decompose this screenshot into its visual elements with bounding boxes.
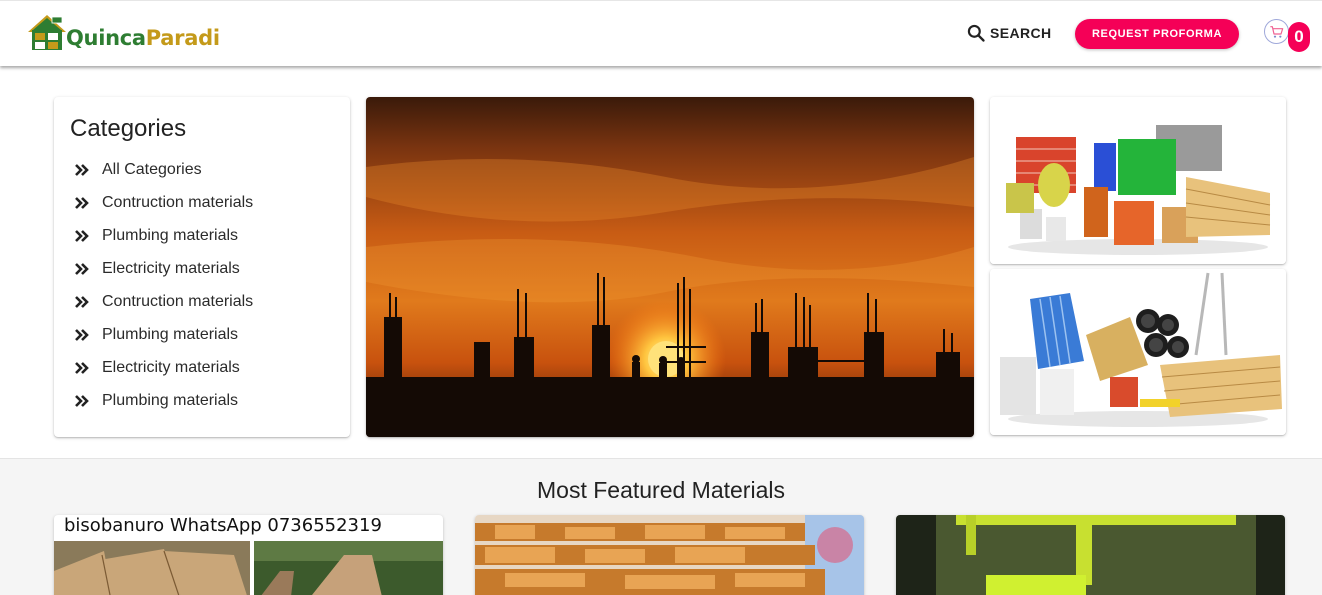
cart-icon bbox=[1269, 25, 1283, 38]
product-card[interactable] bbox=[896, 515, 1285, 595]
featured-title: Most Featured Materials bbox=[537, 477, 785, 503]
category-label: All Categories bbox=[102, 160, 202, 178]
construction-sunset-illustration bbox=[366, 97, 974, 437]
double-chevron-right-icon bbox=[75, 196, 89, 209]
green-sheet-photo bbox=[896, 515, 1285, 595]
search-button[interactable]: SEARCH bbox=[966, 21, 1052, 45]
logo-text-part2: Paradi bbox=[145, 26, 220, 50]
double-chevron-right-icon bbox=[75, 361, 89, 374]
building-materials-image-2[interactable] bbox=[990, 269, 1286, 435]
double-chevron-right-icon bbox=[75, 394, 89, 407]
timber-stack-photo bbox=[475, 515, 864, 595]
category-item[interactable]: All Categories bbox=[74, 153, 253, 186]
product-card[interactable]: bisobanuro WhatsApp 0736552319 bbox=[54, 515, 443, 595]
double-chevron-right-icon bbox=[75, 295, 89, 308]
product-card[interactable] bbox=[475, 515, 864, 595]
categories-list: All Categories Contruction materials Plu… bbox=[74, 153, 253, 417]
category-label: Plumbing materials bbox=[102, 391, 239, 409]
category-label: Contruction materials bbox=[102, 292, 254, 310]
category-label: Electricity materials bbox=[102, 358, 240, 376]
category-label: Electricity materials bbox=[102, 259, 240, 277]
categories-title: Categories bbox=[70, 115, 187, 142]
double-chevron-right-icon bbox=[75, 262, 89, 275]
cart-icon-circle bbox=[1264, 19, 1289, 44]
double-chevron-right-icon bbox=[75, 229, 89, 242]
category-item[interactable]: Plumbing materials bbox=[74, 219, 253, 252]
category-label: Contruction materials bbox=[102, 193, 254, 211]
category-item[interactable]: Contruction materials bbox=[74, 186, 253, 219]
featured-section: Most Featured Materials bisobanuro Whats… bbox=[0, 458, 1322, 595]
logo-house-icon bbox=[28, 15, 66, 50]
logo[interactable]: QuincaParadi bbox=[26, 12, 220, 52]
building-materials-image-1[interactable] bbox=[990, 97, 1286, 264]
category-label: Plumbing materials bbox=[102, 325, 239, 343]
search-icon bbox=[967, 24, 985, 42]
category-item[interactable]: Electricity materials bbox=[74, 351, 253, 384]
building-materials-illustration bbox=[990, 269, 1286, 435]
double-chevron-right-icon bbox=[75, 163, 89, 176]
category-item[interactable]: Electricity materials bbox=[74, 252, 253, 285]
category-item[interactable]: Plumbing materials bbox=[74, 318, 253, 351]
cart-button[interactable]: 0 bbox=[1264, 19, 1310, 53]
hero-banner-image[interactable] bbox=[366, 97, 974, 437]
category-item[interactable]: Contruction materials bbox=[74, 285, 253, 318]
timber-photo bbox=[54, 541, 443, 595]
app-header: QuincaParadi SEARCH REQUEST PROFORMA 0 bbox=[0, 0, 1322, 66]
cart-count-badge: 0 bbox=[1288, 22, 1310, 52]
search-label: SEARCH bbox=[990, 25, 1052, 41]
category-item[interactable]: Plumbing materials bbox=[74, 384, 253, 417]
product-caption: bisobanuro WhatsApp 0736552319 bbox=[64, 515, 382, 536]
category-label: Plumbing materials bbox=[102, 226, 239, 244]
request-proforma-button[interactable]: REQUEST PROFORMA bbox=[1075, 19, 1239, 49]
building-materials-illustration bbox=[990, 97, 1286, 264]
logo-text-part1: Quinca bbox=[66, 26, 146, 50]
logo-text: QuincaParadi bbox=[66, 28, 220, 49]
categories-card: Categories All Categories Contruction ma… bbox=[54, 97, 350, 437]
double-chevron-right-icon bbox=[75, 328, 89, 341]
